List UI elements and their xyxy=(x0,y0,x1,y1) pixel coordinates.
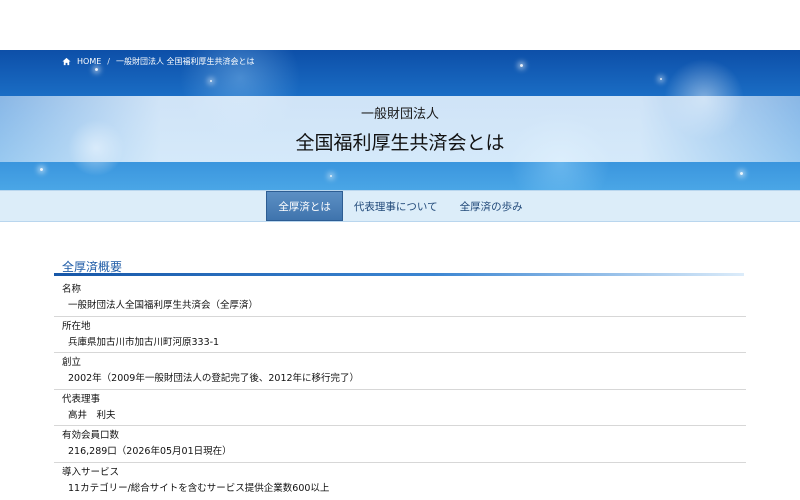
info-label: 有効会員口数 xyxy=(62,430,120,441)
tab-history[interactable]: 全厚済の歩み xyxy=(449,191,534,221)
info-item-address: 所在地 兵庫県加古川市加古川町河原333-1 xyxy=(54,317,746,353)
page-title: 全国福利厚生共済会とは xyxy=(295,132,505,154)
info-item-name: 名称 一般財団法人全国福利厚生共済会（全厚済） xyxy=(54,280,746,317)
tab-representative[interactable]: 代表理事について xyxy=(343,191,449,221)
sparkle-decoration xyxy=(330,175,332,177)
sparkle-decoration xyxy=(660,78,662,80)
sparkle-decoration xyxy=(740,172,743,175)
hero-banner: HOME / 一般財団法人 全国福利厚生共済会とは 一般財団法人 全国福利厚生共… xyxy=(0,50,800,190)
info-label: 所在地 xyxy=(62,320,91,332)
sparkle-decoration xyxy=(40,168,43,171)
info-label: 導入サービス xyxy=(62,466,120,478)
info-label: 創立 xyxy=(62,357,82,368)
info-label: 代表理事 xyxy=(62,393,101,405)
sparkle-decoration xyxy=(95,68,98,71)
sparkle-decoration xyxy=(520,64,523,67)
info-item-members: 有効会員口数 216,289口（2026年05月01日現在） xyxy=(54,426,746,463)
info-value: 11カテゴリー/総合サイトを含むサービス提供企業数600以上 xyxy=(68,482,330,494)
info-item-founded: 創立 2002年（2009年一般財団法人の登記完了後、2012年に移行完了） xyxy=(54,353,746,390)
info-value: 兵庫県加古川市加古川町河原333-1 xyxy=(68,336,220,348)
info-value: 一般財団法人全国福利厚生共済会（全厚済） xyxy=(68,300,259,311)
breadcrumb: HOME / 一般財団法人 全国福利厚生共済会とは xyxy=(62,56,255,67)
breadcrumb-separator: / xyxy=(107,57,110,66)
tab-navigation: 全厚済とは 代表理事について 全厚済の歩み xyxy=(0,190,800,222)
overview-list: 名称 一般財団法人全国福利厚生共済会（全厚済） 所在地 兵庫県加古川市加古川町河… xyxy=(54,280,746,499)
tab-about[interactable]: 全厚済とは xyxy=(266,191,343,221)
info-label: 名称 xyxy=(62,284,82,295)
info-item-representative: 代表理事 高井 利夫 xyxy=(54,390,746,426)
info-value: 2002年（2009年一般財団法人の登記完了後、2012年に移行完了） xyxy=(68,373,360,384)
home-icon[interactable] xyxy=(62,57,71,66)
info-value: 216,289口（2026年05月01日現在） xyxy=(68,446,232,457)
hero-title-band: 一般財団法人 全国福利厚生共済会とは xyxy=(0,96,800,162)
info-item-services: 導入サービス 11カテゴリー/総合サイトを含むサービス提供企業数600以上 xyxy=(54,463,746,500)
hero-subtitle: 一般財団法人 xyxy=(360,107,439,122)
sparkle-decoration xyxy=(210,80,212,82)
section-divider xyxy=(54,273,744,276)
breadcrumb-current: 一般財団法人 全国福利厚生共済会とは xyxy=(115,57,255,66)
info-value: 高井 利夫 xyxy=(68,409,116,421)
breadcrumb-home-link[interactable]: HOME xyxy=(77,57,101,66)
